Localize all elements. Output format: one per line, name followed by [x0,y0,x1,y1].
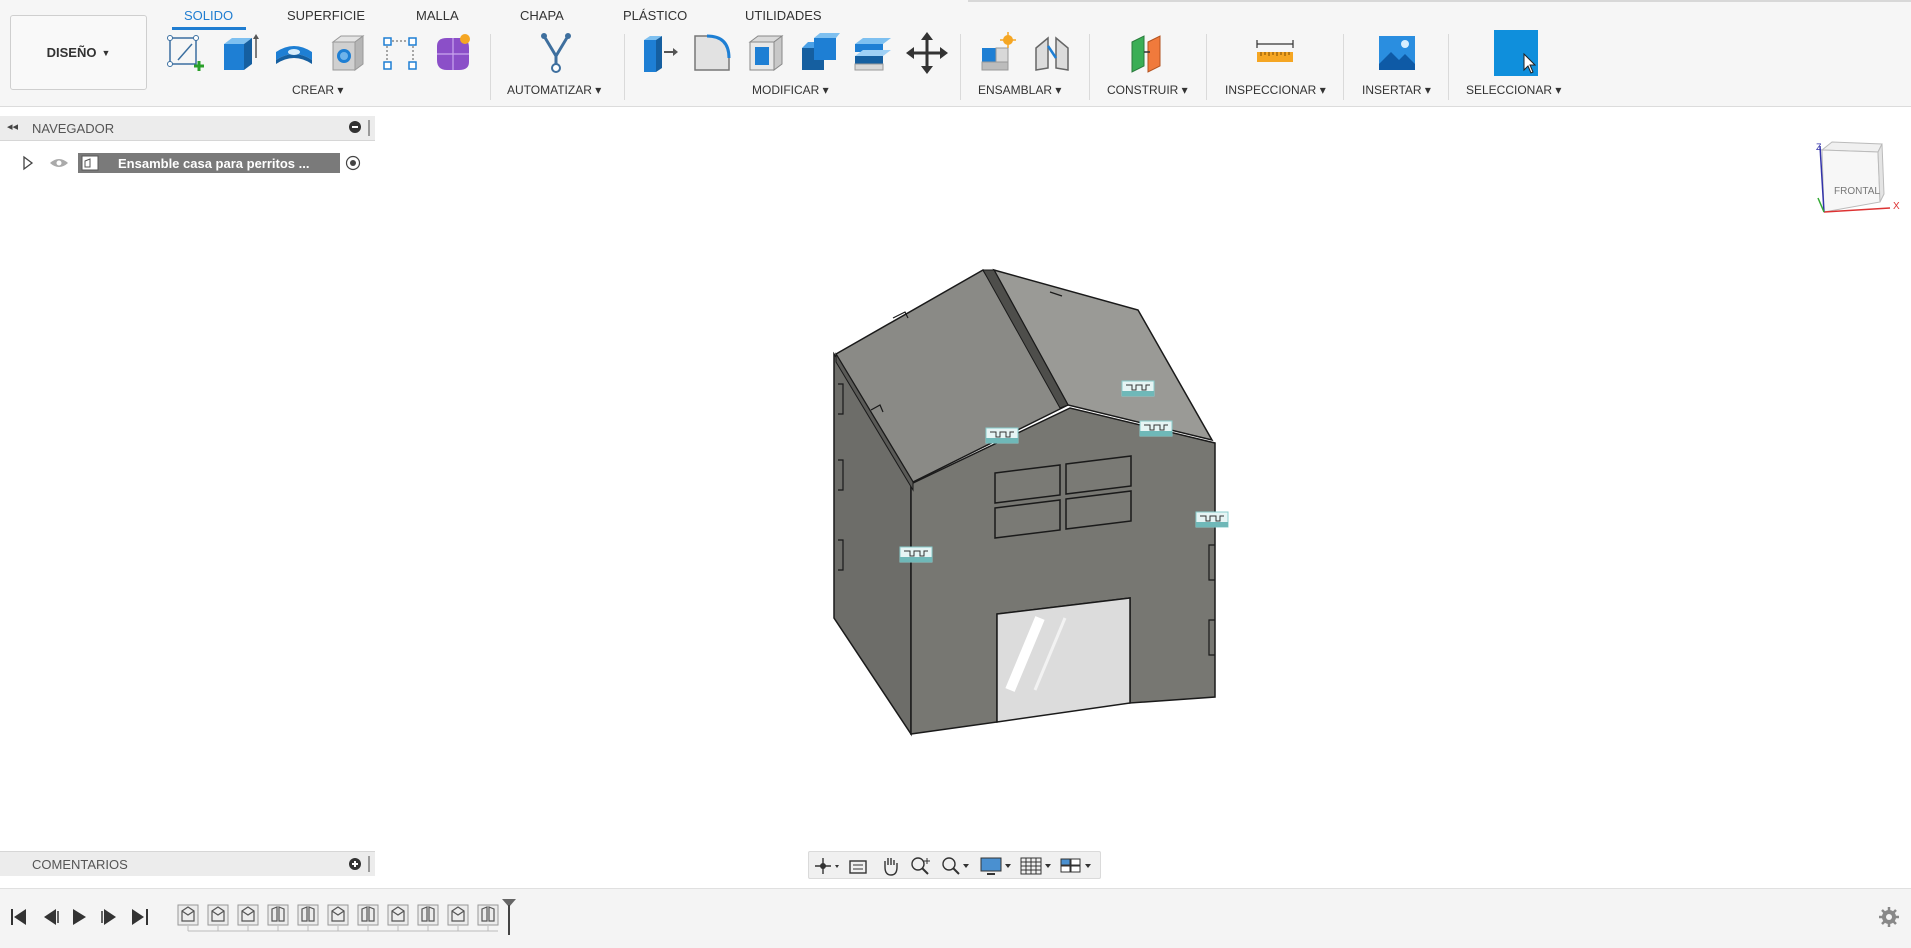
joint-icon[interactable] [267,904,289,931]
component-icon[interactable] [177,904,199,931]
joint-glyph[interactable] [1195,511,1229,528]
tab-plastico[interactable]: PLÁSTICO [623,8,687,23]
group-insertar[interactable]: INSERTAR ▾ [1362,83,1431,97]
select-icon[interactable] [1494,30,1538,76]
insert-image-icon[interactable] [1375,30,1419,76]
group-automatizar-label: AUTOMATIZAR [507,83,592,97]
group-automatizar[interactable]: AUTOMATIZAR ▾ [507,83,601,97]
orbit-icon[interactable] [813,856,841,876]
comments-add-icon[interactable] [349,858,361,870]
viewport-canvas[interactable] [0,106,1911,846]
group-construir[interactable]: CONSTRUIR ▾ [1107,83,1188,97]
tab-utilidades[interactable]: UTILIDADES [745,8,822,23]
settings-gear-icon[interactable] [1878,906,1900,928]
component-icon[interactable] [447,904,469,931]
separator [490,34,491,100]
viewcube[interactable]: FRONTAL X Z [1812,138,1900,228]
step-back-icon[interactable] [44,909,59,925]
look-at-icon[interactable] [847,856,871,876]
fillet-icon[interactable] [691,30,735,76]
separator [960,34,961,100]
play-icon[interactable] [73,909,86,925]
joint-icon[interactable] [477,904,499,931]
create-form-icon[interactable] [431,30,475,76]
tab-malla[interactable]: MALLA [416,8,459,23]
comments-header: COMENTARIOS [0,851,375,876]
group-seleccionar[interactable]: SELECCIONAR ▾ [1466,83,1561,97]
separator [624,34,625,100]
joint-glyph[interactable] [1139,420,1173,437]
pan-icon[interactable] [879,855,903,877]
fit-icon[interactable] [939,855,971,877]
tab-superficie[interactable]: SUPERFICIE [287,8,365,23]
workspace-dropdown[interactable]: DISEÑO ▼ [10,15,147,90]
group-ensamblar-label: ENSAMBLAR [978,83,1053,97]
component-icon[interactable] [387,904,409,931]
group-ensamblar[interactable]: ENSAMBLAR ▾ [978,83,1061,97]
doghouse-model[interactable] [833,268,1229,737]
workspace-label: DISEÑO [46,45,97,60]
joint-glyph[interactable] [1121,380,1155,397]
separator [1206,34,1207,100]
component-icon[interactable] [237,904,259,931]
joint-glyph[interactable] [985,427,1019,444]
viewcube-icon [1817,141,1891,213]
tab-chapa[interactable]: CHAPA [520,8,564,23]
timeline [0,888,1911,948]
viewcube-axis-z: Z [1816,142,1822,152]
move-icon[interactable] [905,30,949,76]
component-icon[interactable] [207,904,229,931]
grid-settings-icon[interactable] [1019,855,1053,877]
group-modificar-label: MODIFICAR [752,83,820,97]
combine-icon[interactable] [798,30,842,76]
extrude-icon[interactable] [218,30,262,76]
toolbar: DISEÑO ▼ SOLIDO SUPERFICIE MALLA CHAPA P… [0,0,1911,107]
hole-icon[interactable] [325,30,369,76]
joint-icon[interactable] [1030,30,1074,76]
group-seleccionar-label: SELECCIONAR [1466,83,1553,97]
go-to-start-icon[interactable] [11,909,26,925]
group-insertar-label: INSERTAR [1362,83,1422,97]
group-crear[interactable]: CREAR ▾ [292,83,343,97]
press-pull-icon[interactable] [638,30,682,76]
new-component-icon[interactable] [976,30,1020,76]
group-inspeccionar[interactable]: INSPECCIONAR ▾ [1225,83,1326,97]
timeline-controls [11,909,148,925]
group-modificar[interactable]: MODIFICAR ▾ [752,83,829,97]
group-crear-label: CREAR [292,83,335,97]
group-construir-label: CONSTRUIR [1107,83,1179,97]
viewcube-axis-x: X [1893,201,1900,212]
step-forward-icon[interactable] [101,909,116,925]
top-border [968,0,1911,2]
separator [1448,34,1449,100]
group-inspeccionar-label: INSPECCIONAR [1225,83,1317,97]
component-icon[interactable] [327,904,349,931]
viewcube-face-label: FRONTAL [1834,186,1880,197]
create-sketch-icon[interactable] [166,30,210,76]
navigation-bar [808,851,1101,879]
measure-icon[interactable] [1253,30,1297,76]
joint-icon[interactable] [417,904,439,931]
comments-resize-handle[interactable] [368,856,370,872]
display-settings-icon[interactable] [979,855,1013,877]
viewports-icon[interactable] [1059,855,1093,877]
chevron-down-icon: ▼ [101,47,111,58]
go-to-end-icon[interactable] [132,909,148,925]
joint-icon[interactable] [297,904,319,931]
separator [1343,34,1344,100]
offset-plane-icon[interactable] [1128,30,1172,76]
joint-icon[interactable] [357,904,379,931]
separator [1089,34,1090,100]
shell-icon[interactable] [744,30,788,76]
pattern-icon[interactable] [378,30,422,76]
timeline-features [177,899,516,935]
tab-solido[interactable]: SOLIDO [184,8,233,23]
joint-glyph[interactable] [899,546,933,563]
revolve-icon[interactable] [272,30,316,76]
offset-face-icon[interactable] [851,30,895,76]
comments-title: COMENTARIOS [32,857,128,872]
automate-icon[interactable] [534,30,578,76]
zoom-icon[interactable] [909,855,933,877]
